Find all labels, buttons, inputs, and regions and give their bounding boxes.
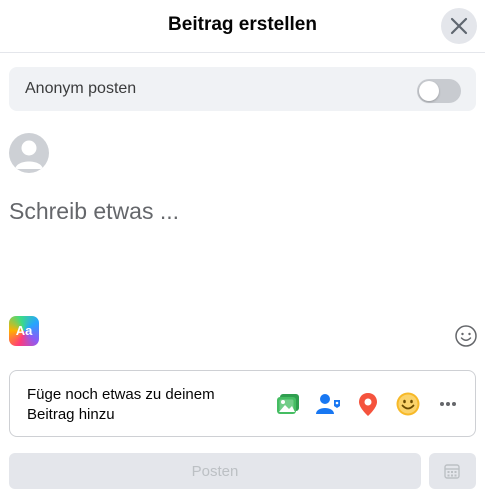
close-button[interactable] [441,8,477,44]
background-picker-button[interactable]: Aa [9,316,39,346]
emoji-icon[interactable] [454,324,478,348]
dialog-header: Beitrag erstellen [0,0,485,53]
toggle-knob [419,81,439,101]
anonymous-post-row: Anonym posten [9,67,476,111]
post-text-input[interactable] [9,196,469,226]
dialog-title: Beitrag erstellen [168,14,317,35]
feeling-icon[interactable] [395,391,421,417]
calendar-icon [444,464,460,479]
more-icon[interactable] [435,391,461,417]
post-button[interactable]: Posten [9,453,421,489]
anonymous-post-toggle[interactable] [417,79,461,103]
location-icon[interactable] [355,391,381,417]
add-to-post-box: Füge noch etwas zu deinem Beitrag hinzu [9,370,476,437]
add-to-post-label: Füge noch etwas zu deinem Beitrag hinzu [27,386,215,423]
schedule-button[interactable] [429,453,476,489]
background-picker-label: Aa [15,323,33,338]
avatar [9,133,49,173]
close-icon [450,17,468,35]
anonymous-post-label: Anonym posten [25,80,137,97]
default-avatar-icon [15,140,43,169]
photo-video-icon[interactable] [275,391,301,417]
tag-people-icon[interactable] [315,391,341,417]
